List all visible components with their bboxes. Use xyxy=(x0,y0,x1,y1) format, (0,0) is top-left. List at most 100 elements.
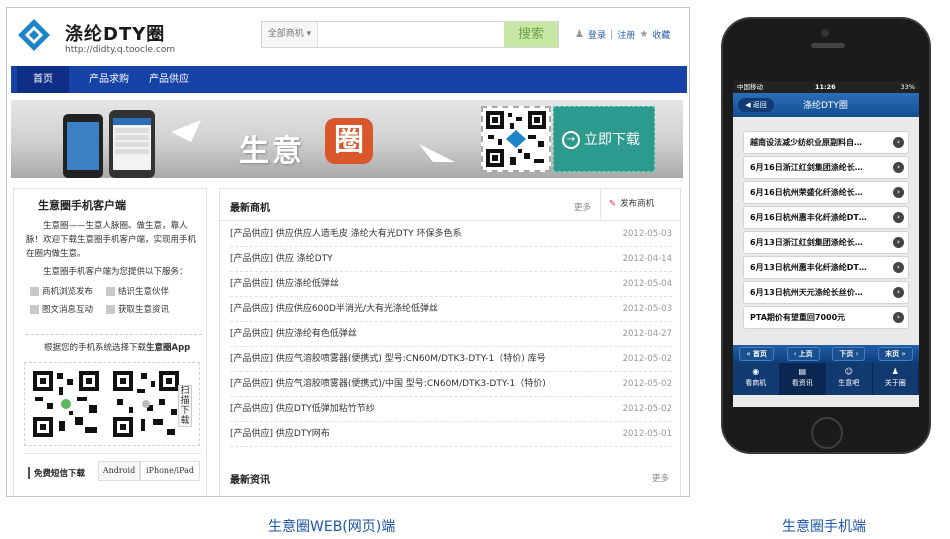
list-item[interactable]: [产品供应] 供应涤纶有色低弹丝 2012-04-27 xyxy=(230,322,672,347)
list-item[interactable]: 6月13日浙江红剑集团涤纶长… › xyxy=(743,231,909,254)
list-item[interactable]: PTA期价有望重回7000元 › xyxy=(743,306,909,329)
chevron-right-icon: › xyxy=(893,137,904,148)
choose-system-text: 根据您的手机系统选择下载生意圈App xyxy=(44,343,191,353)
back-button[interactable]: ◀ 返回 xyxy=(738,98,774,112)
logo-icon[interactable] xyxy=(17,18,51,52)
clock: 11:26 xyxy=(815,83,836,91)
top-links: ♟ 登录 | 注册 ★ 收藏 xyxy=(575,28,670,41)
paper-plane-icon xyxy=(171,120,201,142)
status-bar: 中国移动 11:26 33% xyxy=(733,81,919,93)
mobile-title: 涤纶DTY圈 xyxy=(803,101,848,111)
chat-icon: ☺ xyxy=(844,367,853,376)
favorite-link[interactable]: 收藏 xyxy=(652,28,670,41)
search-bar: 全部商机 ▾ 搜索 xyxy=(261,21,559,48)
pager-last[interactable]: 末页 » xyxy=(878,347,913,361)
pager: « 首页 ‹ 上页 下页 › 末页 » xyxy=(733,345,919,363)
list-item[interactable]: [产品供应] 供应涤纶低弹丝 2012-05-04 xyxy=(230,272,672,297)
feature-icon xyxy=(106,305,115,314)
carrier: 中国移动 xyxy=(737,83,763,91)
tab-forum[interactable]: ☺ 生意吧 xyxy=(826,363,873,395)
nav-product-supply[interactable]: 产品供应 xyxy=(139,66,199,93)
paper-plane-icon xyxy=(419,144,455,162)
client-lead: 生意圈手机客户端为您提供以下服务： xyxy=(43,267,188,277)
home-button[interactable] xyxy=(811,417,843,449)
tab-about[interactable]: ♟ 关于圈 xyxy=(873,363,919,395)
latest-heading: 最新商机 xyxy=(230,203,270,214)
news-more-link[interactable]: 更多 xyxy=(652,472,669,484)
mobile-navbar: ◀ 返回 涤纶DTY圈 xyxy=(733,93,919,117)
qr-code-icon xyxy=(481,106,551,172)
scan-download-label: 扫描下载 xyxy=(178,385,192,427)
tab-iphone[interactable]: iPhone/iPad xyxy=(140,461,200,481)
divider: | xyxy=(609,29,614,40)
chevron-right-icon: › xyxy=(893,312,904,323)
pager-first[interactable]: « 首页 xyxy=(739,347,774,361)
ios-qr-code-icon xyxy=(111,369,181,439)
phone-screen: 中国移动 11:26 33% ◀ 返回 涤纶DTY圈 越南设法减少纺织业原副料自… xyxy=(733,81,919,407)
pager-next[interactable]: 下页 › xyxy=(832,347,866,361)
list-item[interactable]: 6月16日浙江红剑集团涤纶长… › xyxy=(743,156,909,179)
mobile-list: 越南设法减少纺织业原副料自… › 6月16日浙江红剑集团涤纶长… › 6月16日杭州… xyxy=(743,131,909,331)
app-banner[interactable]: 生意 圈 → 立即下载 xyxy=(11,100,683,178)
download-now-button[interactable]: → 立即下载 xyxy=(553,106,655,172)
publish-button[interactable]: ✎ 发布商机 xyxy=(600,189,682,220)
banner-badge: 圈 xyxy=(325,118,373,164)
pager-prev[interactable]: ‹ 上页 xyxy=(786,347,820,361)
search-button[interactable]: 搜索 xyxy=(504,22,558,47)
user-icon: ♟ xyxy=(575,29,584,40)
phones-image xyxy=(63,110,155,178)
star-icon: ★ xyxy=(639,29,649,40)
phone-frame: 中国移动 11:26 33% ◀ 返回 涤纶DTY圈 越南设法减少纺织业原副料自… xyxy=(721,17,931,454)
chevron-right-icon: › xyxy=(893,287,904,298)
tab-business[interactable]: ◉ 看商机 xyxy=(733,363,780,395)
edit-icon: ✎ xyxy=(609,199,617,209)
client-panel: 生意圈手机客户端 生意圈——生意人脉圈。做生意，靠人脉！欢迎下载生意圈手机客户端… xyxy=(13,188,207,496)
feature-item: 图文消息互动 xyxy=(30,303,93,315)
nav-home[interactable]: 首页 xyxy=(17,66,69,93)
tab-android[interactable]: Android xyxy=(98,461,140,481)
nav-product-wanted[interactable]: 产品求购 xyxy=(79,66,139,93)
more-link[interactable]: 更多 xyxy=(574,201,591,213)
feature-icon xyxy=(30,287,39,296)
list-item[interactable]: [产品供应] 供应DTY低弹加粘竹节纱 2012-05-02 xyxy=(230,397,672,422)
speaker xyxy=(811,43,845,48)
feature-item: 商机浏览发布 xyxy=(30,285,93,297)
camera xyxy=(821,29,829,37)
feature-icon xyxy=(106,287,115,296)
list-item[interactable]: 越南设法减少纺织业原副料自… › xyxy=(743,131,909,154)
search-category-select[interactable]: 全部商机 ▾ xyxy=(262,22,318,47)
divider xyxy=(24,453,202,454)
news-heading: 最新资讯 xyxy=(230,475,270,486)
register-link[interactable]: 注册 xyxy=(617,28,635,41)
search-input[interactable] xyxy=(322,24,492,45)
chevron-right-icon: › xyxy=(893,212,904,223)
feature-icon xyxy=(30,305,39,314)
list-item[interactable]: 6月13日杭州惠丰化纤涤纶DT… › xyxy=(743,256,909,279)
chevron-right-icon: › xyxy=(893,162,904,173)
tab-bar: ◉ 看商机 ▤ 看资讯 ☺ 生意吧 ♟ 关于圈 xyxy=(733,363,919,395)
list-item[interactable]: 6月13日杭州天元涤纶长丝价… › xyxy=(743,281,909,304)
client-heading: 生意圈手机客户端 xyxy=(38,199,126,212)
list-item[interactable]: [产品供应] 供应气溶胶喷雾器(便携式) 型号:CN60M/DTK3-DTY-1… xyxy=(230,347,672,372)
banner-title: 生意 xyxy=(239,134,305,169)
chevron-right-icon: › xyxy=(893,187,904,198)
list-item[interactable]: [产品供应] 供应DTY网布 2012-05-01 xyxy=(230,422,672,447)
web-caption: 生意圈WEB(网页)端 xyxy=(268,519,396,535)
login-link[interactable]: 登录 xyxy=(588,28,606,41)
list-item[interactable]: 6月16日杭州荣盛化纤涤纶长… › xyxy=(743,181,909,204)
client-intro: 生意圈——生意人脉圈。做生意，靠人脉！欢迎下载生意圈手机客户端，实现用手机在圈内… xyxy=(26,221,197,259)
main-nav: 首页 产品求购 产品供应 xyxy=(11,66,687,93)
eye-icon: ◉ xyxy=(752,367,760,376)
list-item[interactable]: 6月16日杭州惠丰化纤涤纶DT… › xyxy=(743,206,909,229)
web-screenshot: 涤纶DTY圈 http://didty.q.toocle.com 全部商机 ▾ … xyxy=(6,7,690,497)
arrow-right-icon: → xyxy=(562,131,580,149)
chevron-right-icon: › xyxy=(893,262,904,273)
feature-item: 获取生意资讯 xyxy=(106,303,169,315)
list-item[interactable]: [产品供应] 供应供应600D半消光/大有光涤纶低弹丝 2012-05-03 xyxy=(230,297,672,322)
qr-box xyxy=(24,362,200,446)
list-item[interactable]: [产品供应] 供应气溶胶喷雾器(便携式)/中国 型号:CN60M/DTK3-DT… xyxy=(230,372,672,397)
brand-name[interactable]: 涤纶DTY圈 xyxy=(65,20,165,46)
list-item[interactable]: [产品供应] 供应 涤纶DTY 2012-04-14 xyxy=(230,247,672,272)
list-item[interactable]: [产品供应] 供应供应人造毛皮 涤纶大有光DTY 环保多色系 2012-05-03 xyxy=(230,222,672,247)
tab-news[interactable]: ▤ 看资讯 xyxy=(779,363,826,395)
